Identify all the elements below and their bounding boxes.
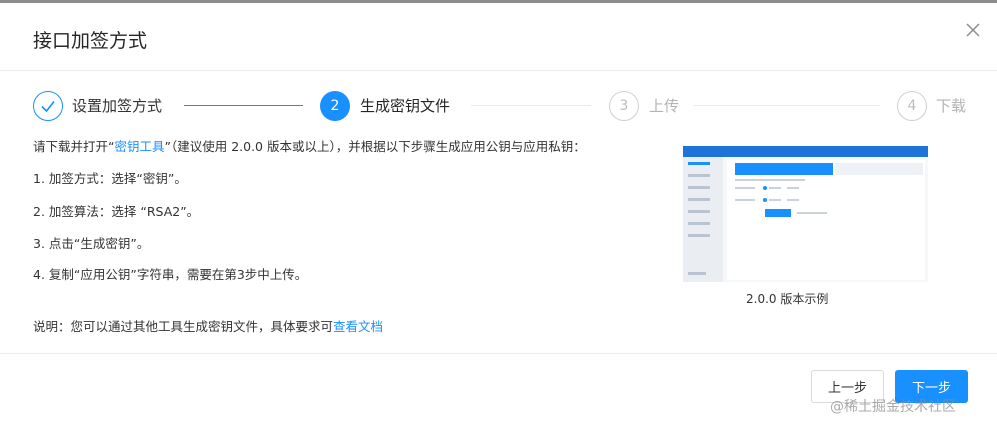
view-docs-link[interactable]: 查看文档 [333,319,383,334]
step-3-number: 3 [609,91,639,121]
note-text: 说明：您可以通过其他工具生成密钥文件，具体要求可查看文档 [33,316,383,335]
instruction-item-1: 1. 加签方式：选择“密钥”。 [33,171,187,186]
instruction-item-3: 3. 点击“生成密钥”。 [33,236,150,251]
instruction-item-2: 2. 加签算法：选择 “RSA2”。 [33,204,200,219]
note-before: 说明：您可以通过其他工具生成密钥文件，具体要求可 [33,319,334,334]
step-4-number: 4 [897,91,927,121]
watermark: @稀土掘金技术社区 [830,399,956,415]
step-1-check-icon [33,91,63,121]
intro-after: ”（建议使用 2.0.0 版本或以上），并根据以下步骤生成应用公钥与应用私钥： [164,139,586,154]
example-main-panel [727,160,925,280]
header-divider [0,70,997,71]
step-2-label: 生成密钥文件 [360,97,451,115]
example-screenshot [683,146,928,282]
example-titlebar [683,146,928,157]
example-sidebar [683,157,723,282]
dialog-title: 接口加签方式 [33,30,148,52]
close-icon[interactable] [962,19,984,41]
step-2-connector [471,105,591,106]
step-2-number: 2 [320,91,350,121]
intro-before: 请下载并打开“ [33,139,115,154]
example-tab-inactive [835,163,923,175]
top-border [0,0,997,3]
instruction-item-4: 4. 复制“应用公钥”字符串，需要在第3步中上传。 [33,267,308,282]
example-tab-active [735,163,833,175]
footer-divider [0,353,997,354]
step-1-connector [184,105,303,106]
intro-text: 请下载并打开“密钥工具”（建议使用 2.0.0 版本或以上），并根据以下步骤生成… [33,136,586,155]
key-tool-link[interactable]: 密钥工具 [114,139,164,154]
step-3-connector [694,105,880,106]
step-3-label: 上传 [649,97,680,115]
step-4-label: 下载 [936,97,967,115]
example-caption: 2.0.0 版本示例 [746,292,829,306]
example-generate-button [765,209,791,217]
step-1-label: 设置加签方式 [72,97,163,115]
